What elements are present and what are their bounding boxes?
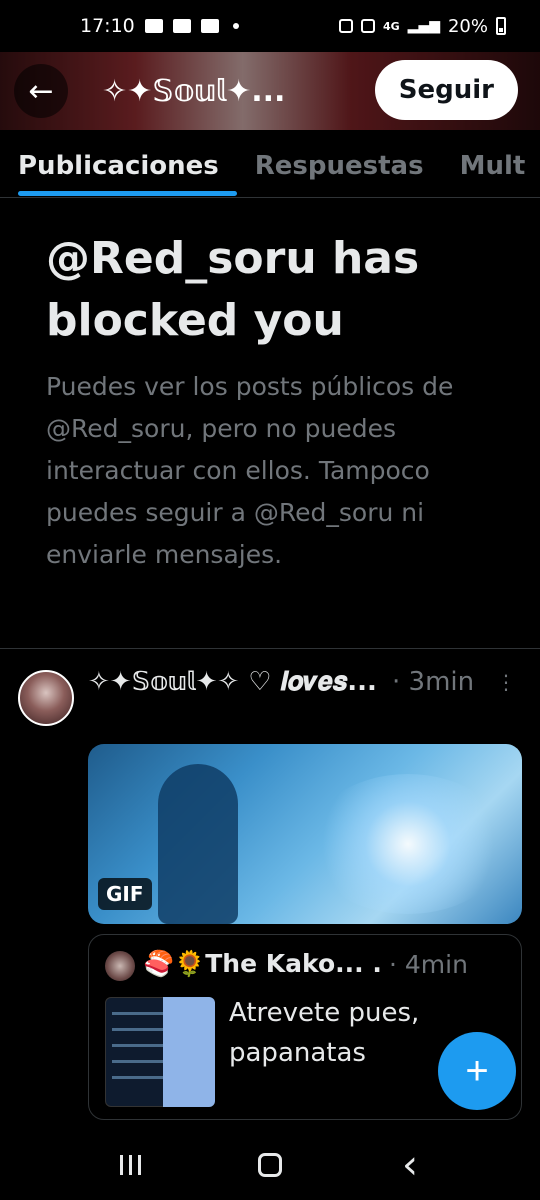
more-options-icon[interactable]: ⋮: [496, 672, 516, 692]
arrow-left-icon: ←: [28, 73, 54, 109]
blocked-notice: @Red_soru has blocked you Puedes ver los…: [46, 228, 506, 576]
mute-icon: [360, 19, 375, 33]
back-button[interactable]: ←: [14, 64, 68, 118]
post-media-gif[interactable]: GIF: [88, 744, 522, 924]
post-header: ✧✦𝕊𝕠𝕦𝕝✦✧ ♡ 𝒍𝒐𝒗𝒆𝒔... · 3min: [88, 664, 528, 700]
tab-multimedia[interactable]: Mult: [442, 130, 540, 197]
post-author[interactable]: ✧✦𝕊𝕠𝕦𝕝✦✧ ♡ 𝒍𝒐𝒗𝒆𝒔...: [88, 667, 388, 698]
system-back-button[interactable]: ‹: [380, 1135, 440, 1195]
gif-badge: GIF: [98, 878, 152, 910]
battery-label: 20%: [447, 15, 488, 37]
recycle-icon: [338, 19, 353, 33]
quote-time: · 4min: [389, 949, 468, 979]
blocked-title: @Red_soru has blocked you: [46, 233, 420, 346]
home-button[interactable]: [240, 1135, 300, 1195]
home-icon: [258, 1153, 282, 1177]
avatar[interactable]: [18, 670, 74, 726]
status-time: 17:10: [80, 15, 135, 37]
tab-publicaciones[interactable]: Publicaciones: [0, 130, 237, 197]
profile-header: ← ✧✦𝕊𝕠𝕦𝕝✦... Seguir: [0, 52, 540, 130]
profile-tabs: Publicaciones Respuestas Mult: [0, 130, 540, 198]
compose-button[interactable]: +: [438, 1032, 516, 1110]
blocked-description: Puedes ver los posts públicos de @Red_so…: [46, 372, 454, 569]
network-label: 4G: [382, 19, 400, 33]
quote-thumbnail-drawing: [163, 997, 215, 1107]
quote-text: Atrevete pues, papanatas: [229, 998, 420, 1068]
media-burst: [308, 774, 508, 914]
follow-button[interactable]: Seguir: [374, 60, 518, 120]
tab-respuestas[interactable]: Respuestas: [237, 130, 442, 197]
dot-icon: [232, 23, 239, 29]
profile-display-name: ✧✦𝕊𝕠𝕦𝕝✦...: [102, 73, 286, 109]
image-icon: [172, 19, 191, 33]
status-bar: 17:10 4G ▂▄▆ 20%: [0, 0, 540, 52]
chevron-left-icon: ‹: [402, 1142, 418, 1188]
signal-icon: ▂▄▆: [407, 18, 440, 34]
quote-avatar: [105, 951, 135, 981]
media-figure: [158, 764, 238, 924]
post-time: · 3min: [392, 667, 475, 697]
recents-icon: [119, 1155, 141, 1175]
battery-icon: [496, 17, 506, 35]
divider: [0, 648, 540, 649]
quote-header: 🍣🌻The Kako... ... · 4min: [143, 949, 513, 979]
folder-icon: [144, 19, 163, 33]
recents-button[interactable]: [100, 1135, 160, 1195]
system-nav-bar: ‹: [0, 1130, 540, 1200]
youtube-icon: [200, 19, 219, 33]
quote-author: 🍣🌻The Kako... ...: [143, 949, 383, 978]
